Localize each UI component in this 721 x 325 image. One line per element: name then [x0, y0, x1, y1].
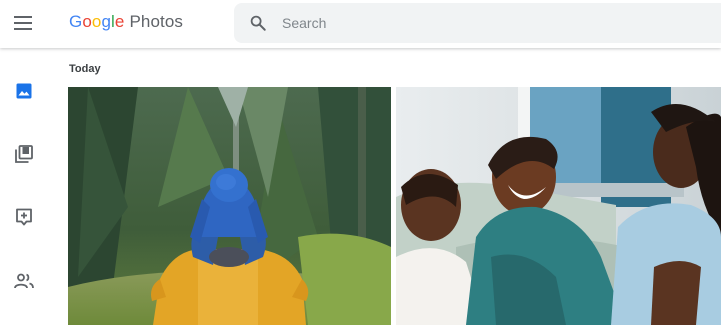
- logo-letter: o: [82, 12, 92, 31]
- sharing-icon: [14, 273, 34, 289]
- logo-letter: g: [101, 12, 112, 31]
- top-app-bar: Google Photos: [0, 0, 721, 48]
- logo-letter: e: [114, 12, 125, 31]
- sidebar-item-assistant[interactable]: [10, 203, 38, 231]
- family-photo-image: [396, 87, 721, 325]
- search-bar[interactable]: [234, 3, 721, 43]
- assistant-icon: [16, 208, 32, 226]
- google-photos-logo[interactable]: Google Photos: [69, 12, 183, 34]
- photo-thumbnail-forest[interactable]: [68, 87, 391, 325]
- search-icon: [250, 15, 266, 31]
- sidebar-item-sharing[interactable]: [10, 267, 38, 295]
- side-navigation: [0, 48, 48, 325]
- main-menu-button[interactable]: [8, 8, 38, 38]
- photo-thumbnail-family[interactable]: [396, 87, 721, 325]
- sidebar-item-photos[interactable]: [10, 77, 38, 105]
- google-wordmark: Google: [69, 12, 124, 32]
- logo-letter: G: [69, 12, 83, 31]
- product-name: Photos: [129, 12, 183, 31]
- hamburger-menu-icon: [14, 16, 32, 30]
- search-button[interactable]: [246, 11, 270, 35]
- sidebar-item-albums[interactable]: [10, 140, 38, 168]
- date-section-header: Today: [69, 63, 101, 75]
- photos-icon: [16, 83, 32, 99]
- search-input[interactable]: [280, 14, 684, 32]
- forest-photo-image: [68, 87, 391, 325]
- albums-icon: [15, 145, 33, 163]
